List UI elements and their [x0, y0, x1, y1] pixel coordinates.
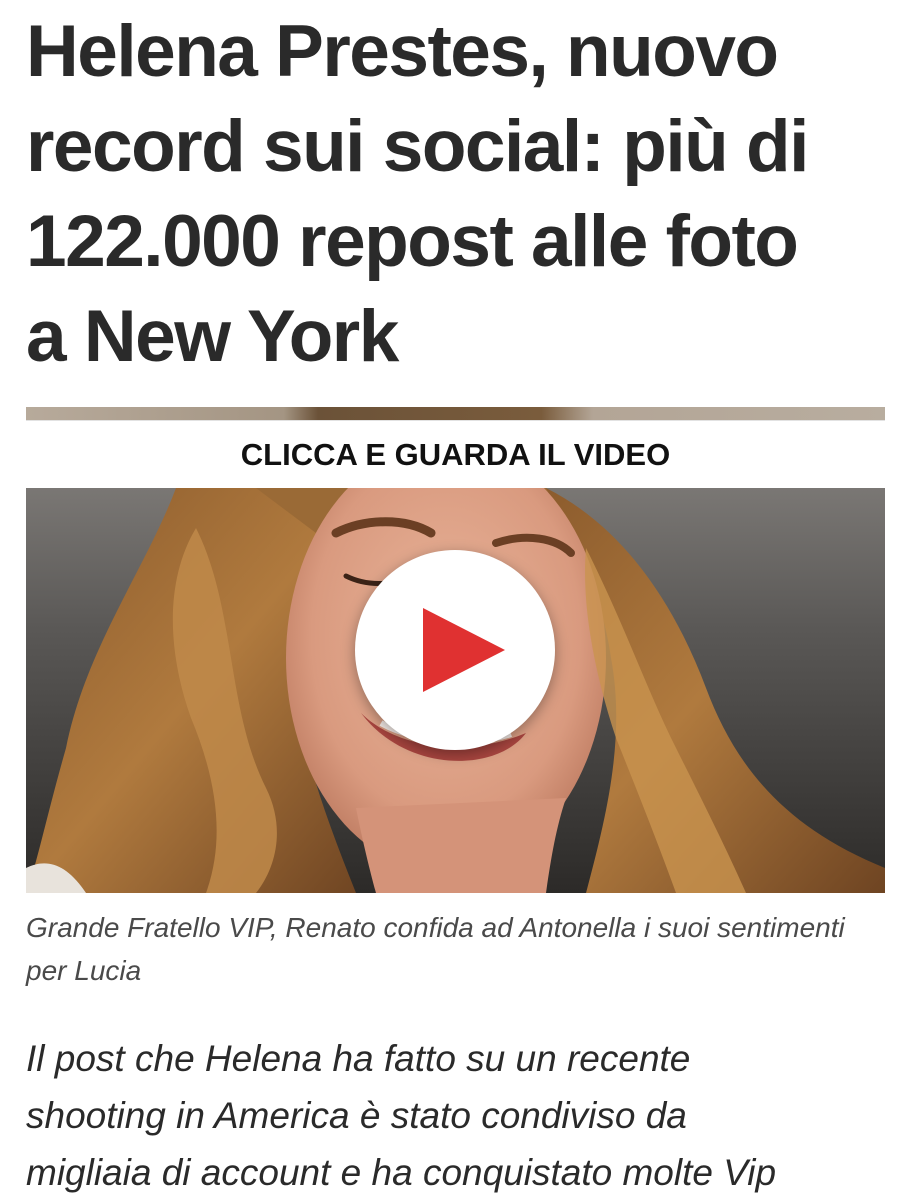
headline-line: a New York [26, 296, 399, 377]
video-cta-label[interactable]: CLICCA E GUARDA IL VIDEO [26, 420, 885, 489]
article-page: Helena Prestes, nuovo record sui social:… [0, 0, 910, 1200]
cropped-photo-strip [26, 407, 885, 420]
lead-line: shooting in America è stato condiviso da [26, 1095, 687, 1136]
lead-line: Il post che Helena ha fatto su un recent… [26, 1038, 691, 1079]
play-icon [423, 608, 505, 692]
video-player[interactable] [26, 488, 885, 893]
headline-line: 122.000 repost alle foto [26, 201, 799, 282]
headline-line: Helena Prestes, nuovo [26, 11, 779, 92]
play-button[interactable] [355, 550, 555, 750]
video-caption: Grande Fratello VIP, Renato confida ad A… [26, 912, 845, 986]
lead-line: migliaia di account e ha conquistato mol… [26, 1152, 777, 1193]
article-headline: Helena Prestes, nuovo record sui social:… [26, 4, 886, 384]
headline-line: record sui social: più di [26, 106, 809, 187]
article-lead: Il post che Helena ha fatto su un recent… [26, 1030, 896, 1200]
